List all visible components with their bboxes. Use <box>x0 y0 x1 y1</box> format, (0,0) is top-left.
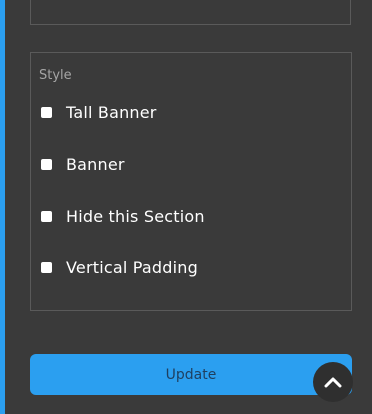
tall-banner-label: Tall Banner <box>66 103 157 122</box>
vertical-padding-checkbox[interactable] <box>41 262 52 273</box>
previous-panel <box>30 0 351 25</box>
banner-option[interactable]: Banner <box>41 155 125 174</box>
scroll-to-top-button[interactable] <box>313 362 353 402</box>
vertical-padding-label: Vertical Padding <box>66 258 198 277</box>
tall-banner-checkbox[interactable] <box>41 107 52 118</box>
page: Style Tall Banner Banner Hide this Secti… <box>0 0 372 414</box>
update-button[interactable]: Update <box>30 354 352 395</box>
hide-section-option[interactable]: Hide this Section <box>41 207 205 226</box>
tall-banner-option[interactable]: Tall Banner <box>41 103 157 122</box>
hide-section-label: Hide this Section <box>66 207 205 226</box>
left-accent-bar <box>0 0 5 414</box>
banner-label: Banner <box>66 155 125 174</box>
banner-checkbox[interactable] <box>41 159 52 170</box>
vertical-padding-option[interactable]: Vertical Padding <box>41 258 198 277</box>
update-button-label: Update <box>165 366 217 383</box>
chevron-up-icon <box>324 376 342 388</box>
style-panel: Style Tall Banner Banner Hide this Secti… <box>30 52 352 311</box>
style-section-label: Style <box>39 68 72 83</box>
hide-section-checkbox[interactable] <box>41 211 52 222</box>
